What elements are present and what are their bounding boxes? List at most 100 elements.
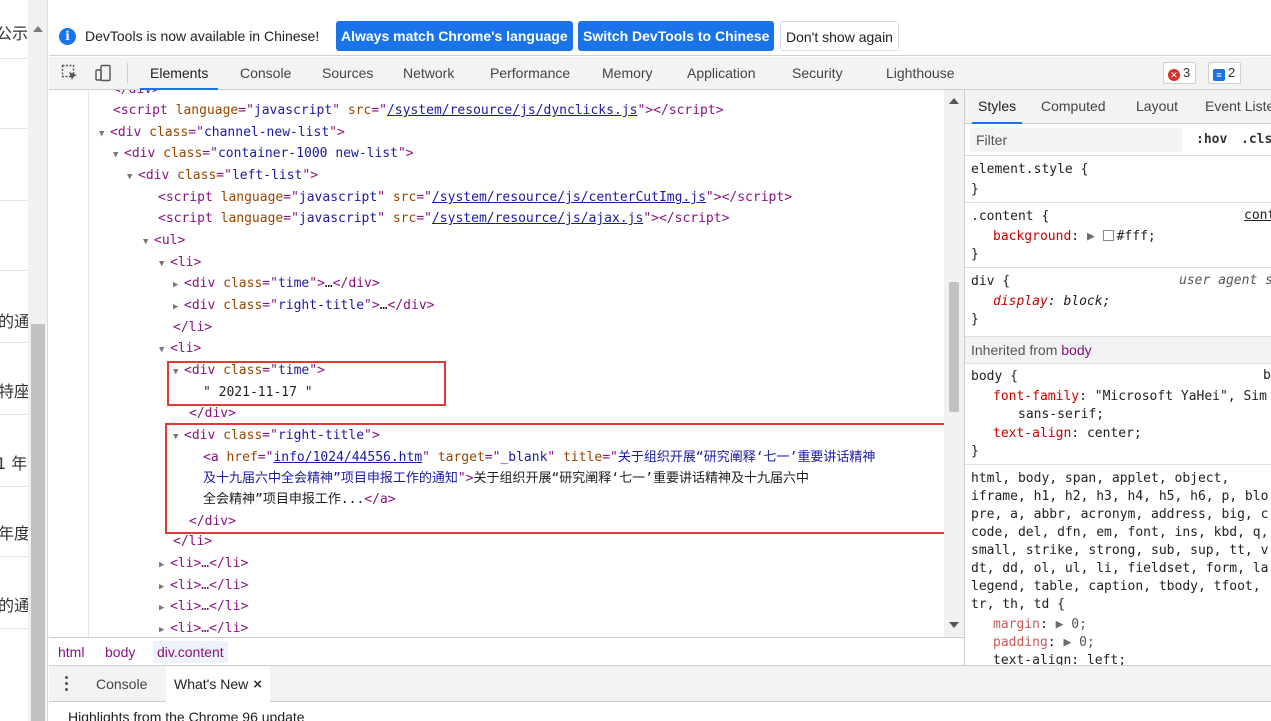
more-options-icon[interactable] bbox=[65, 676, 69, 692]
close-icon[interactable]: × bbox=[253, 676, 262, 693]
dom-node-line[interactable]: ▼ <li> bbox=[159, 252, 201, 273]
tab-application[interactable]: Application bbox=[687, 57, 756, 90]
reset-rule-selector[interactable]: small, strike, strong, sub, sup, tt, v bbox=[971, 542, 1268, 560]
dom-node-line[interactable]: </div> bbox=[189, 403, 236, 424]
rule-close: } bbox=[971, 182, 979, 197]
dom-node-line[interactable]: ▼ <li> bbox=[159, 338, 201, 359]
dom-node-line[interactable]: </li> bbox=[173, 531, 212, 552]
expand-triangle-icon[interactable]: ▼ bbox=[159, 254, 170, 275]
tab-network[interactable]: Network bbox=[403, 57, 454, 90]
dom-node-line[interactable]: ▼ <div class="channel-new-list"> bbox=[99, 122, 345, 143]
tab-elements[interactable]: Elements bbox=[139, 57, 219, 90]
dom-node-line[interactable]: ▶ <div class="time">…</div> bbox=[173, 273, 380, 294]
collapse-triangle-icon[interactable]: ▶ bbox=[159, 555, 170, 576]
tab-lighthouse[interactable]: Lighthouse bbox=[886, 57, 955, 90]
dom-node-line[interactable]: ▶ <li>…</li> bbox=[159, 575, 248, 596]
tab-console[interactable]: Console bbox=[240, 57, 291, 90]
page-scrollbar[interactable] bbox=[28, 0, 47, 721]
dont-show-again-button[interactable]: Don't show again bbox=[780, 21, 899, 51]
tab-styles[interactable]: Styles bbox=[971, 90, 1023, 124]
breadcrumb-div-content[interactable]: div.content bbox=[153, 641, 228, 663]
reset-rule-selector[interactable]: html, body, span, applet, object, bbox=[971, 470, 1229, 488]
tab-computed[interactable]: Computed bbox=[1041, 90, 1106, 124]
collapse-triangle-icon[interactable]: ▶ bbox=[173, 275, 184, 296]
expand-triangle-icon[interactable]: ▼ bbox=[159, 340, 170, 361]
switch-chinese-button[interactable]: Switch DevTools to Chinese bbox=[578, 21, 775, 51]
reset-rule-selector[interactable]: code, del, dfn, em, font, ins, kbd, q, bbox=[971, 524, 1268, 542]
script-src-link[interactable]: /system/resource/js/centerCutImg.js bbox=[432, 190, 706, 205]
element-style-rule[interactable]: element.style { bbox=[971, 161, 1088, 179]
match-language-button[interactable]: Always match Chrome's language bbox=[336, 21, 573, 51]
scroll-up-icon[interactable] bbox=[33, 26, 43, 32]
dom-node-line[interactable]: <script language="javascript" src="/syst… bbox=[158, 187, 792, 208]
div-rule-source: user agent s bbox=[1179, 273, 1271, 288]
breadcrumb-html[interactable]: html bbox=[58, 644, 84, 660]
dom-node-line[interactable]: ▶ <li>…</li> bbox=[159, 596, 248, 617]
breadcrumb-body[interactable]: body bbox=[105, 644, 135, 660]
dom-node-line[interactable]: ▶ <li>…</li> bbox=[159, 553, 248, 574]
css-declaration[interactable]: display: block; bbox=[993, 293, 1110, 311]
reset-rule-selector[interactable]: dt, dd, ol, ul, li, fieldset, form, la bbox=[971, 560, 1268, 578]
content-rule-source[interactable]: cont bbox=[1244, 208, 1271, 223]
collapse-triangle-icon[interactable]: ▶ bbox=[159, 620, 170, 637]
tab-performance[interactable]: Performance bbox=[490, 57, 570, 90]
reset-rule-selector[interactable]: tr, th, td { bbox=[971, 596, 1065, 614]
scrollbar-thumb[interactable] bbox=[949, 282, 959, 412]
tab-layout[interactable]: Layout bbox=[1136, 90, 1178, 124]
divider bbox=[0, 128, 28, 129]
css-declaration[interactable]: background: ▶ #fff; bbox=[993, 228, 1156, 246]
tab-memory[interactable]: Memory bbox=[602, 57, 653, 90]
scroll-down-icon[interactable] bbox=[949, 622, 959, 628]
reset-rule-selector[interactable]: legend, table, caption, tbody, tfoot, bbox=[971, 578, 1261, 596]
body-rule-selector[interactable]: body { bbox=[971, 368, 1018, 386]
device-toolbar-icon[interactable] bbox=[93, 63, 113, 83]
collapse-triangle-icon[interactable]: ▶ bbox=[159, 577, 170, 598]
tab-security[interactable]: Security bbox=[792, 57, 843, 90]
reset-rule-selector[interactable]: iframe, h1, h2, h3, h4, h5, h6, p, blo bbox=[971, 488, 1268, 506]
expand-triangle-icon[interactable]: ▼ bbox=[99, 124, 110, 145]
css-declaration[interactable]: padding: ▶ 0; bbox=[993, 634, 1095, 652]
script-src-link[interactable]: /system/resource/js/ajax.js bbox=[432, 211, 643, 226]
css-declaration-overridden[interactable]: text-align: left; bbox=[993, 652, 1126, 665]
dom-node-line[interactable]: <script language="javascript" src="/syst… bbox=[158, 208, 729, 229]
styles-filter-input[interactable]: Filter bbox=[970, 128, 1182, 152]
css-declaration[interactable]: text-align: center; bbox=[993, 425, 1142, 443]
page-text-fragment: 公示 bbox=[0, 24, 29, 43]
dom-node-line[interactable]: ▶ <li>…</li> bbox=[159, 618, 248, 637]
body-rule-source[interactable]: b bbox=[1263, 368, 1271, 383]
script-src-link[interactable]: /system/resource/js/dynclicks.js bbox=[387, 103, 637, 118]
error-counter[interactable]: ✕ 3 bbox=[1163, 62, 1197, 84]
expand-triangle-icon[interactable]: ▼ bbox=[127, 167, 138, 188]
drawer-tab-whats-new[interactable]: What's New × bbox=[166, 666, 271, 702]
expand-triangle-icon[interactable]: ▼ bbox=[113, 145, 124, 166]
color-swatch[interactable] bbox=[1102, 230, 1114, 241]
dom-node-line[interactable]: </div> bbox=[113, 90, 160, 100]
collapse-triangle-icon[interactable]: ▶ bbox=[159, 598, 170, 619]
scroll-up-icon[interactable] bbox=[949, 98, 959, 104]
dom-node-line[interactable]: ▶ <div class="right-title">…</div> bbox=[173, 295, 434, 316]
scrollbar-thumb[interactable] bbox=[31, 324, 45, 721]
dom-node-line[interactable]: ▼ <div class="left-list"> bbox=[127, 165, 318, 186]
div-rule-selector[interactable]: div { bbox=[971, 273, 1010, 291]
reset-rule-selector[interactable]: pre, a, abbr, acronym, address, big, c bbox=[971, 506, 1268, 524]
tab-event-listeners[interactable]: Event Liste bbox=[1205, 90, 1271, 124]
message-counter[interactable]: ≡ 2 bbox=[1208, 62, 1242, 84]
dom-node-line[interactable]: ▼ <ul> bbox=[143, 230, 185, 251]
hover-state-button[interactable]: :hov bbox=[1196, 132, 1227, 147]
inherited-from-link[interactable]: body bbox=[1061, 342, 1091, 358]
main-tab-bar: Elements Console Sources Network Perform… bbox=[49, 57, 1271, 90]
expand-triangle-icon[interactable]: ▼ bbox=[143, 232, 154, 253]
content-rule-selector[interactable]: .content { bbox=[971, 208, 1049, 226]
css-declaration[interactable]: margin: ▶ 0; bbox=[993, 616, 1087, 634]
tab-sources[interactable]: Sources bbox=[322, 57, 373, 90]
dom-node-line[interactable]: </li> bbox=[173, 317, 212, 338]
elements-scrollbar[interactable] bbox=[944, 90, 964, 637]
dom-node-line[interactable]: ▼ <div class="container-1000 new-list"> bbox=[113, 143, 414, 164]
dom-node-line[interactable]: <script language="javascript" src="/syst… bbox=[113, 100, 724, 121]
collapse-triangle-icon[interactable]: ▶ bbox=[173, 297, 184, 318]
message-count: 2 bbox=[1228, 65, 1236, 80]
inspect-icon[interactable] bbox=[60, 63, 80, 83]
class-toggle-button[interactable]: .cls bbox=[1241, 132, 1271, 147]
css-declaration[interactable]: font-family: "Microsoft YaHei", Sim bbox=[993, 388, 1267, 406]
drawer-tab-console[interactable]: Console bbox=[96, 666, 147, 702]
